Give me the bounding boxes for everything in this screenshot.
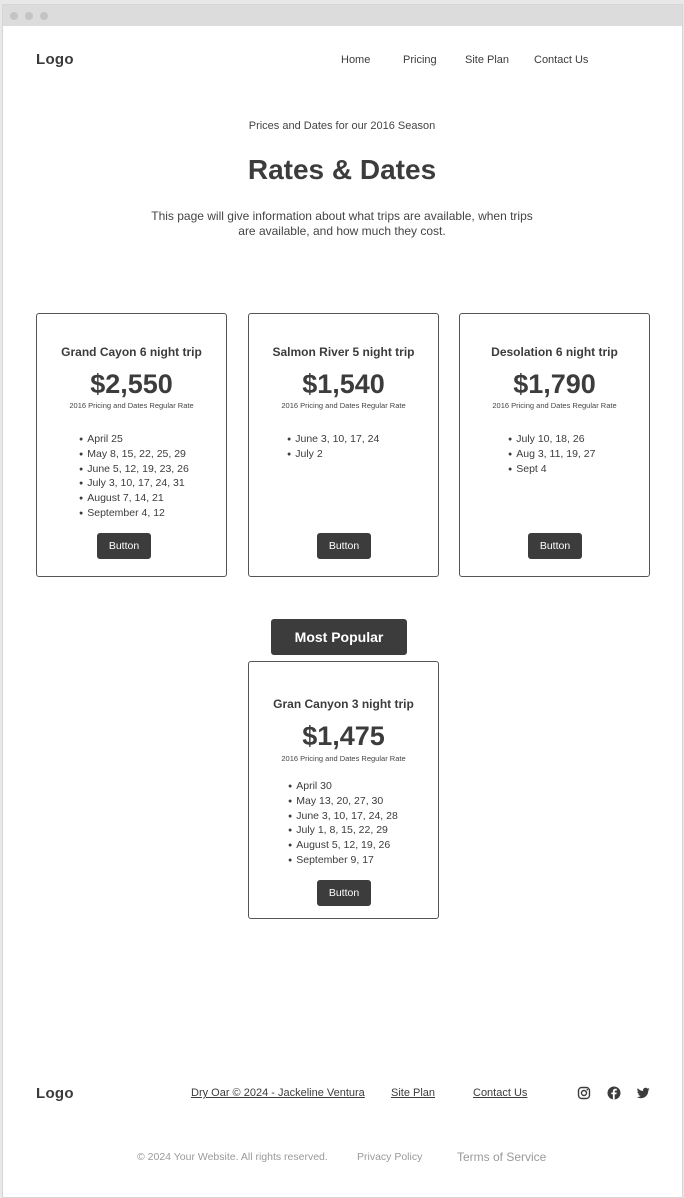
list-item: July 2 [287, 448, 379, 463]
trip-price: $2,550 [90, 369, 173, 399]
list-item: August 5, 12, 19, 26 [288, 839, 398, 854]
list-item: July 1, 8, 15, 22, 29 [288, 824, 398, 839]
trip-title: Gran Canyon 3 night trip [273, 697, 414, 711]
trip-dates-list: April 25 May 8, 15, 22, 25, 29 June 5, 1… [79, 433, 189, 522]
list-item: April 25 [79, 433, 189, 448]
trip-card-gran-canyon-3: Gran Canyon 3 night trip $1,475 2016 Pri… [248, 661, 439, 919]
list-item: June 5, 12, 19, 23, 26 [79, 463, 189, 478]
trip-price: $1,790 [513, 369, 596, 399]
hero-kicker: Prices and Dates for our 2016 Season [248, 120, 436, 132]
hero-description: This page will give information about wh… [151, 209, 533, 238]
footer-credit-link[interactable]: Dry Oar © 2024 - Jackeline Ventura [191, 1087, 365, 1099]
footer-copyright: © 2024 Your Website. All rights reserved… [137, 1151, 328, 1163]
trip-card-salmon-river-5: Salmon River 5 night trip $1,540 2016 Pr… [248, 313, 439, 577]
trip-card-grand-cayon-6: Grand Cayon 6 night trip $2,550 2016 Pri… [36, 313, 227, 577]
trip-rate-subtitle: 2016 Pricing and Dates Regular Rate [492, 401, 617, 410]
list-item: August 7, 14, 21 [79, 492, 189, 507]
window-minimize-dot[interactable] [25, 12, 33, 20]
nav-home[interactable]: Home [341, 54, 370, 66]
trip-title: Grand Cayon 6 night trip [61, 345, 202, 359]
trip-card-desolation-6: Desolation 6 night trip $1,790 2016 Pric… [459, 313, 650, 577]
window-close-dot[interactable] [10, 12, 18, 20]
page-title: Rates & Dates [247, 154, 437, 185]
list-item: June 3, 10, 17, 24 [287, 433, 379, 448]
nav-pricing[interactable]: Pricing [403, 54, 437, 66]
trip-dates-list: July 10, 18, 26 Aug 3, 11, 19, 27 Sept 4 [508, 433, 595, 477]
trip-price: $1,540 [302, 369, 385, 399]
window-maximize-dot[interactable] [40, 12, 48, 20]
list-item: Sept 4 [508, 463, 595, 478]
list-item: July 3, 10, 17, 24, 31 [79, 477, 189, 492]
footer-contact-link[interactable]: Contact Us [473, 1087, 527, 1099]
trip-price: $1,475 [302, 721, 385, 751]
trip-button[interactable]: Button [97, 533, 151, 559]
trip-button[interactable]: Button [317, 533, 371, 559]
terms-of-service-link[interactable]: Terms of Service [457, 1150, 546, 1164]
most-popular-badge: Most Popular [271, 619, 407, 655]
trip-button[interactable]: Button [528, 533, 582, 559]
list-item: September 4, 12 [79, 507, 189, 522]
twitter-icon[interactable] [636, 1086, 650, 1100]
list-item: April 30 [288, 780, 398, 795]
footer-logo[interactable]: Logo [36, 1085, 74, 1102]
privacy-policy-link[interactable]: Privacy Policy [357, 1151, 422, 1163]
trip-rate-subtitle: 2016 Pricing and Dates Regular Rate [281, 754, 406, 763]
trip-title: Desolation 6 night trip [491, 345, 618, 359]
window-titlebar [3, 5, 682, 26]
list-item: June 3, 10, 17, 24, 28 [288, 810, 398, 825]
nav-contact-us[interactable]: Contact Us [534, 54, 588, 66]
list-item: July 10, 18, 26 [508, 433, 595, 448]
facebook-icon[interactable] [607, 1086, 621, 1100]
trip-dates-list: June 3, 10, 17, 24 July 2 [287, 433, 379, 463]
instagram-icon[interactable] [577, 1086, 591, 1100]
list-item: September 9, 17 [288, 854, 398, 869]
header-logo[interactable]: Logo [36, 51, 74, 68]
list-item: Aug 3, 11, 19, 27 [508, 448, 595, 463]
trip-rate-subtitle: 2016 Pricing and Dates Regular Rate [281, 401, 406, 410]
list-item: May 8, 15, 22, 25, 29 [79, 448, 189, 463]
trip-button[interactable]: Button [317, 880, 371, 906]
trip-rate-subtitle: 2016 Pricing and Dates Regular Rate [69, 401, 194, 410]
nav-site-plan[interactable]: Site Plan [465, 54, 509, 66]
trip-title: Salmon River 5 night trip [272, 345, 415, 359]
trip-dates-list: April 30 May 13, 20, 27, 30 June 3, 10, … [288, 780, 398, 869]
list-item: May 13, 20, 27, 30 [288, 795, 398, 810]
footer-site-plan-link[interactable]: Site Plan [391, 1087, 435, 1099]
